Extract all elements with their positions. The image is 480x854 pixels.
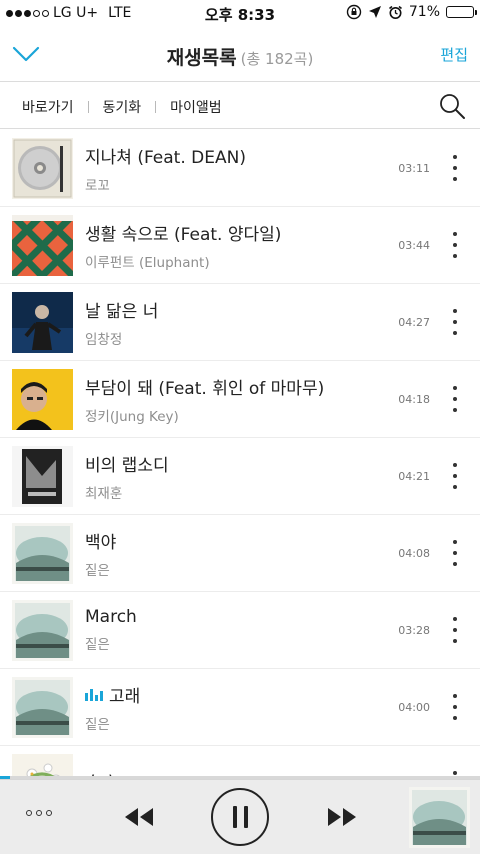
battery-percent: 71% <box>408 4 440 20</box>
divider <box>87 101 89 113</box>
track-row[interactable]: 날 닮은 너 임창정 04:27 <box>0 284 480 361</box>
track-title: 날 닮은 너 <box>85 301 159 322</box>
search-icon[interactable] <box>438 92 466 120</box>
track-duration: 04:27 <box>398 315 430 329</box>
album-art <box>12 291 73 353</box>
track-row[interactable]: 백야 짙은 04:08 <box>0 515 480 592</box>
track-duration: 04:08 <box>398 546 430 560</box>
track-artist: 최재훈 <box>85 485 123 502</box>
track-title: March <box>85 607 137 627</box>
shortcut-link[interactable]: 바로가기 <box>22 97 74 117</box>
battery-icon <box>446 6 477 18</box>
rotation-lock-icon <box>346 4 362 20</box>
track-row[interactable]: 비의 랩소디 최재훈 04:21 <box>0 438 480 515</box>
track-meta: 생활 속으로 (Feat. 양다일) 이루펀트 (Eluphant) <box>85 220 390 271</box>
track-duration: 04:21 <box>398 469 430 483</box>
more-options-icon[interactable] <box>450 617 460 643</box>
edit-button[interactable]: 편집 <box>440 44 468 65</box>
more-options-icon[interactable] <box>450 232 460 258</box>
status-right: 71% <box>346 4 477 20</box>
track-artist: 로꼬 <box>85 177 110 194</box>
divider <box>155 101 157 113</box>
header: 재생목록 (총 182곡) 편집 <box>0 28 480 82</box>
track-row[interactable]: 부담이 돼 (Feat. 휘인 of 마마무) 정키(Jung Key) 04:… <box>0 361 480 438</box>
now-playing-art[interactable] <box>409 787 470 848</box>
track-meta: 고래 짙은 <box>85 682 390 733</box>
track-meta: 비의 랩소디 최재훈 <box>85 451 390 502</box>
track-artist: 짙은 <box>85 637 110 653</box>
more-options-icon[interactable] <box>450 155 460 181</box>
mini-player <box>0 779 480 854</box>
next-track-icon[interactable] <box>325 804 359 830</box>
sub-navigation: 바로가기 동기화 마이앨범 <box>0 83 480 129</box>
track-artist: 이루펀트 (Eluphant) <box>85 254 210 271</box>
page-title: 재생목록 <box>166 47 237 69</box>
more-options-icon[interactable] <box>450 463 460 489</box>
pause-button[interactable] <box>211 788 269 846</box>
track-duration: 04:00 <box>398 700 430 714</box>
track-artist: 짙은 <box>85 716 110 733</box>
track-title-line: March <box>85 607 390 627</box>
album-art <box>12 368 73 430</box>
album-art <box>12 676 73 738</box>
album-art <box>12 137 73 199</box>
track-title-line: 비의 랩소디 <box>85 451 390 476</box>
track-title: 고래 <box>109 686 141 707</box>
track-duration: 03:28 <box>398 623 430 637</box>
track-meta: 백야 짙은 <box>85 528 390 579</box>
more-options-icon[interactable] <box>450 386 460 412</box>
status-bar: LG U+ LTE 오후 8:33 71% <box>0 0 480 28</box>
now-playing-indicator-icon <box>85 687 103 701</box>
track-duration: 03:44 <box>398 238 430 252</box>
track-count: (총 182곡) <box>240 50 314 68</box>
track-row[interactable]: March 짙은 03:28 <box>0 592 480 669</box>
track-row[interactable]: 생활 속으로 (Feat. 양다일) 이루펀트 (Eluphant) 03:44 <box>0 207 480 284</box>
album-art <box>12 445 73 507</box>
track-title: 비의 랩소디 <box>85 455 169 476</box>
track-row[interactable]: 白夜 01:26 <box>0 746 480 778</box>
track-title: 지나쳐 (Feat. DEAN) <box>85 147 246 168</box>
track-meta: March 짙은 <box>85 607 390 653</box>
track-duration: 04:18 <box>398 392 430 406</box>
track-meta: 부담이 돼 (Feat. 휘인 of 마마무) 정키(Jung Key) <box>85 374 390 425</box>
track-title-line: 지나쳐 (Feat. DEAN) <box>85 143 390 168</box>
more-menu-icon[interactable] <box>26 810 52 816</box>
track-artist: 정키(Jung Key) <box>85 408 179 425</box>
track-title-line: 부담이 돼 (Feat. 휘인 of 마마무) <box>85 374 390 399</box>
more-options-icon[interactable] <box>450 694 460 720</box>
track-title-line: 고래 <box>85 682 390 707</box>
alarm-icon <box>388 5 402 19</box>
track-title-line: 백야 <box>85 528 390 553</box>
track-duration: 03:11 <box>398 161 430 175</box>
track-meta: 지나쳐 (Feat. DEAN) 로꼬 <box>85 143 390 194</box>
track-row[interactable]: 지나쳐 (Feat. DEAN) 로꼬 03:11 <box>0 130 480 207</box>
track-title-line: 생활 속으로 (Feat. 양다일) <box>85 220 390 245</box>
album-art <box>12 522 73 584</box>
my-album-link[interactable]: 마이앨범 <box>170 97 222 117</box>
album-art <box>12 753 73 778</box>
track-title: 생활 속으로 (Feat. 양다일) <box>85 224 282 245</box>
track-title: 부담이 돼 (Feat. 휘인 of 마마무) <box>85 378 325 399</box>
previous-track-icon[interactable] <box>122 804 156 830</box>
page-title-wrap: 재생목록 (총 182곡) <box>0 43 480 70</box>
track-list: 지나쳐 (Feat. DEAN) 로꼬 03:11 생활 속으로 (Feat. … <box>0 130 480 778</box>
track-title: 백야 <box>85 532 117 553</box>
track-meta: 날 닮은 너 임창정 <box>85 297 390 348</box>
track-row[interactable]: 고래 짙은 04:00 <box>0 669 480 746</box>
sync-link[interactable]: 동기화 <box>103 97 142 117</box>
track-artist: 짙은 <box>85 562 110 579</box>
album-art <box>12 599 73 661</box>
location-icon <box>368 6 381 18</box>
track-title-line: 날 닮은 너 <box>85 297 390 322</box>
more-options-icon[interactable] <box>450 540 460 566</box>
track-artist: 임창정 <box>85 331 123 348</box>
more-options-icon[interactable] <box>450 309 460 335</box>
album-art <box>12 214 73 276</box>
